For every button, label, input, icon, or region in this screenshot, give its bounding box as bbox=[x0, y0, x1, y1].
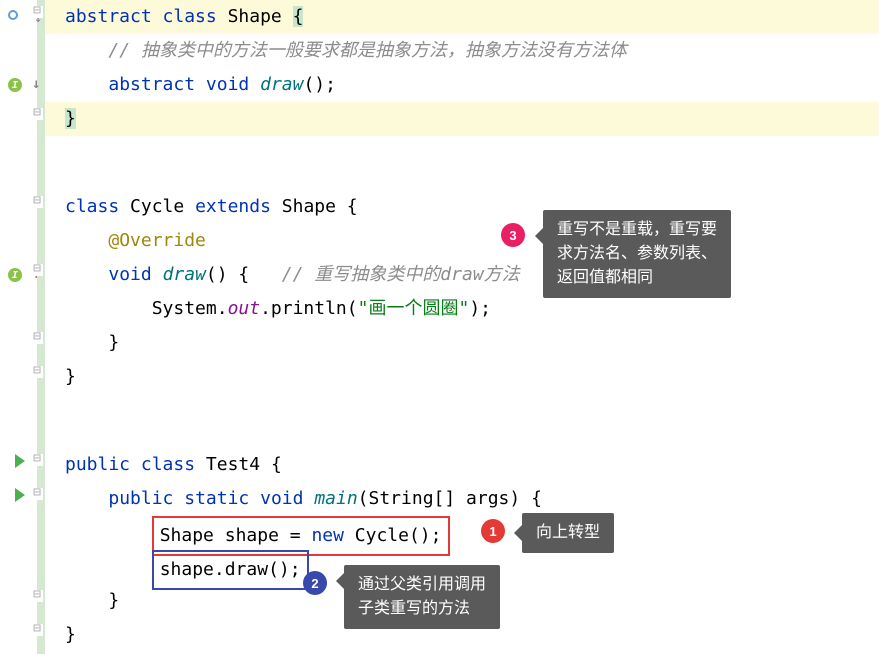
callout-1: 向上转型 bbox=[522, 513, 614, 553]
blank-line bbox=[45, 170, 879, 190]
code-line[interactable]: void draw() { // 重写抽象类中的draw方法 bbox=[45, 258, 879, 292]
constructor: Cycle(); bbox=[344, 525, 442, 546]
method-call: shape.draw(); bbox=[160, 559, 301, 580]
keyword: new bbox=[311, 525, 344, 546]
identifier: shape = bbox=[214, 525, 312, 546]
callout-2: 通过父类引用调用 子类重写的方法 bbox=[344, 565, 500, 629]
method-name: draw bbox=[163, 264, 206, 285]
method-name: draw bbox=[260, 74, 303, 95]
class-name: Shape bbox=[228, 6, 282, 27]
keyword: static bbox=[184, 488, 249, 509]
identifier: System. bbox=[152, 298, 228, 319]
keyword: public bbox=[108, 488, 173, 509]
callout-text: 向上转型 bbox=[536, 524, 600, 541]
keyword: abstract bbox=[108, 74, 195, 95]
punct: () { bbox=[206, 264, 249, 285]
run-icon[interactable] bbox=[15, 454, 25, 468]
brace: { bbox=[293, 6, 304, 27]
fold-icon[interactable]: ⊟ bbox=[31, 196, 43, 208]
badge-number: 1 bbox=[489, 524, 496, 539]
class-name: Cycle bbox=[130, 196, 184, 217]
code-line[interactable]: class Cycle extends Shape { bbox=[45, 190, 879, 224]
code-line[interactable]: // 抽象类中的方法一般要求都是抽象方法，抽象方法没有方法体 bbox=[45, 34, 879, 68]
method-name: main bbox=[314, 488, 357, 509]
code-line[interactable]: abstract class Shape { bbox=[45, 0, 879, 34]
keyword: abstract bbox=[65, 6, 152, 27]
punct: ); bbox=[469, 298, 491, 319]
fold-icon[interactable]: ⊟ bbox=[31, 488, 43, 500]
fold-icon[interactable]: ⊟ bbox=[31, 332, 43, 344]
code-area[interactable]: abstract class Shape { // 抽象类中的方法一般要求都是抽… bbox=[45, 0, 879, 654]
callout-pointer-icon bbox=[535, 228, 543, 244]
fold-icon[interactable]: ⊟ bbox=[31, 108, 43, 120]
fold-icon[interactable]: ⊟ bbox=[31, 624, 43, 636]
field: out bbox=[228, 298, 261, 319]
code-line[interactable]: public static void main(String[] args) { bbox=[45, 482, 879, 516]
callout-pointer-icon bbox=[514, 525, 522, 541]
keyword: class bbox=[65, 196, 119, 217]
keyword: void bbox=[108, 264, 151, 285]
run-icon[interactable] bbox=[15, 488, 25, 502]
keyword: public bbox=[65, 454, 130, 475]
code-line[interactable]: Shape shape = new Cycle(); bbox=[45, 516, 879, 550]
blank-line bbox=[45, 394, 879, 428]
code-line[interactable]: System.out.println("画一个圆圈"); bbox=[45, 292, 879, 326]
punct: (String[] args) { bbox=[358, 488, 542, 509]
badge-1: 1 bbox=[481, 519, 505, 543]
gutter: I ⊟ ⊟ ⊟ I ⊟ ⊟ ⊟ ⊟ ⊟ ⊟ ⊟ bbox=[0, 0, 45, 654]
blank-line bbox=[45, 136, 879, 170]
override-down-icon[interactable] bbox=[8, 10, 18, 20]
code-line[interactable]: abstract void draw(); bbox=[45, 68, 879, 102]
code-editor: I ⊟ ⊟ ⊟ I ⊟ ⊟ ⊟ ⊟ ⊟ ⊟ ⊟ abstract class S… bbox=[0, 0, 879, 654]
callout-text: 子类重写的方法 bbox=[358, 597, 486, 621]
comment: // 抽象类中的方法一般要求都是抽象方法，抽象方法没有方法体 bbox=[108, 40, 627, 61]
badge-3: 3 bbox=[501, 223, 525, 247]
fold-icon[interactable]: ⊟ bbox=[31, 6, 43, 18]
callout-text: 重写不是重载，重写要 bbox=[557, 218, 717, 242]
keyword: void bbox=[206, 74, 249, 95]
keyword: class bbox=[163, 6, 217, 27]
badge-2: 2 bbox=[303, 571, 327, 595]
badge-number: 2 bbox=[311, 576, 318, 591]
code-line[interactable]: } bbox=[45, 360, 879, 394]
keyword: class bbox=[141, 454, 195, 475]
annotation: @Override bbox=[108, 230, 206, 251]
brace: } bbox=[108, 332, 119, 353]
brace: { bbox=[271, 454, 282, 475]
code-line[interactable]: } bbox=[45, 326, 879, 360]
brace: } bbox=[108, 590, 119, 611]
comment: // 重写抽象类中的draw方法 bbox=[282, 264, 520, 285]
fold-icon[interactable]: ⊟ bbox=[31, 454, 43, 466]
callout-text: 求方法名、参数列表、 bbox=[557, 242, 717, 266]
code-line[interactable]: } bbox=[45, 102, 879, 136]
code-line[interactable]: @Override bbox=[45, 224, 879, 258]
code-line[interactable]: public class Test4 { bbox=[45, 448, 879, 482]
blank-line bbox=[45, 428, 879, 448]
fold-icon[interactable]: ⊟ bbox=[31, 590, 43, 602]
gutter-strip bbox=[37, 0, 45, 654]
class-name: Shape bbox=[160, 525, 214, 546]
class-name: Test4 bbox=[206, 454, 260, 475]
callout-3: 重写不是重载，重写要 求方法名、参数列表、 返回值都相同 bbox=[543, 210, 731, 298]
identifier: .println( bbox=[260, 298, 358, 319]
callout-text: 返回值都相同 bbox=[557, 266, 717, 290]
brace: { bbox=[347, 196, 358, 217]
fold-icon[interactable]: ⊟ bbox=[31, 366, 43, 378]
badge-number: 3 bbox=[509, 228, 516, 243]
brace: } bbox=[65, 624, 76, 645]
fold-icon[interactable]: ⊟ bbox=[31, 264, 43, 276]
string: "画一个圆圈" bbox=[358, 298, 470, 319]
implemented-icon[interactable]: I bbox=[8, 78, 22, 92]
overrides-icon[interactable]: I bbox=[8, 268, 22, 282]
callout-text: 通过父类引用调用 bbox=[358, 573, 486, 597]
brace: } bbox=[65, 366, 76, 387]
class-name: Shape bbox=[282, 196, 336, 217]
keyword: extends bbox=[195, 196, 271, 217]
keyword: void bbox=[260, 488, 303, 509]
callout-pointer-icon bbox=[336, 573, 344, 589]
brace: } bbox=[65, 108, 76, 129]
punct: (); bbox=[303, 74, 336, 95]
